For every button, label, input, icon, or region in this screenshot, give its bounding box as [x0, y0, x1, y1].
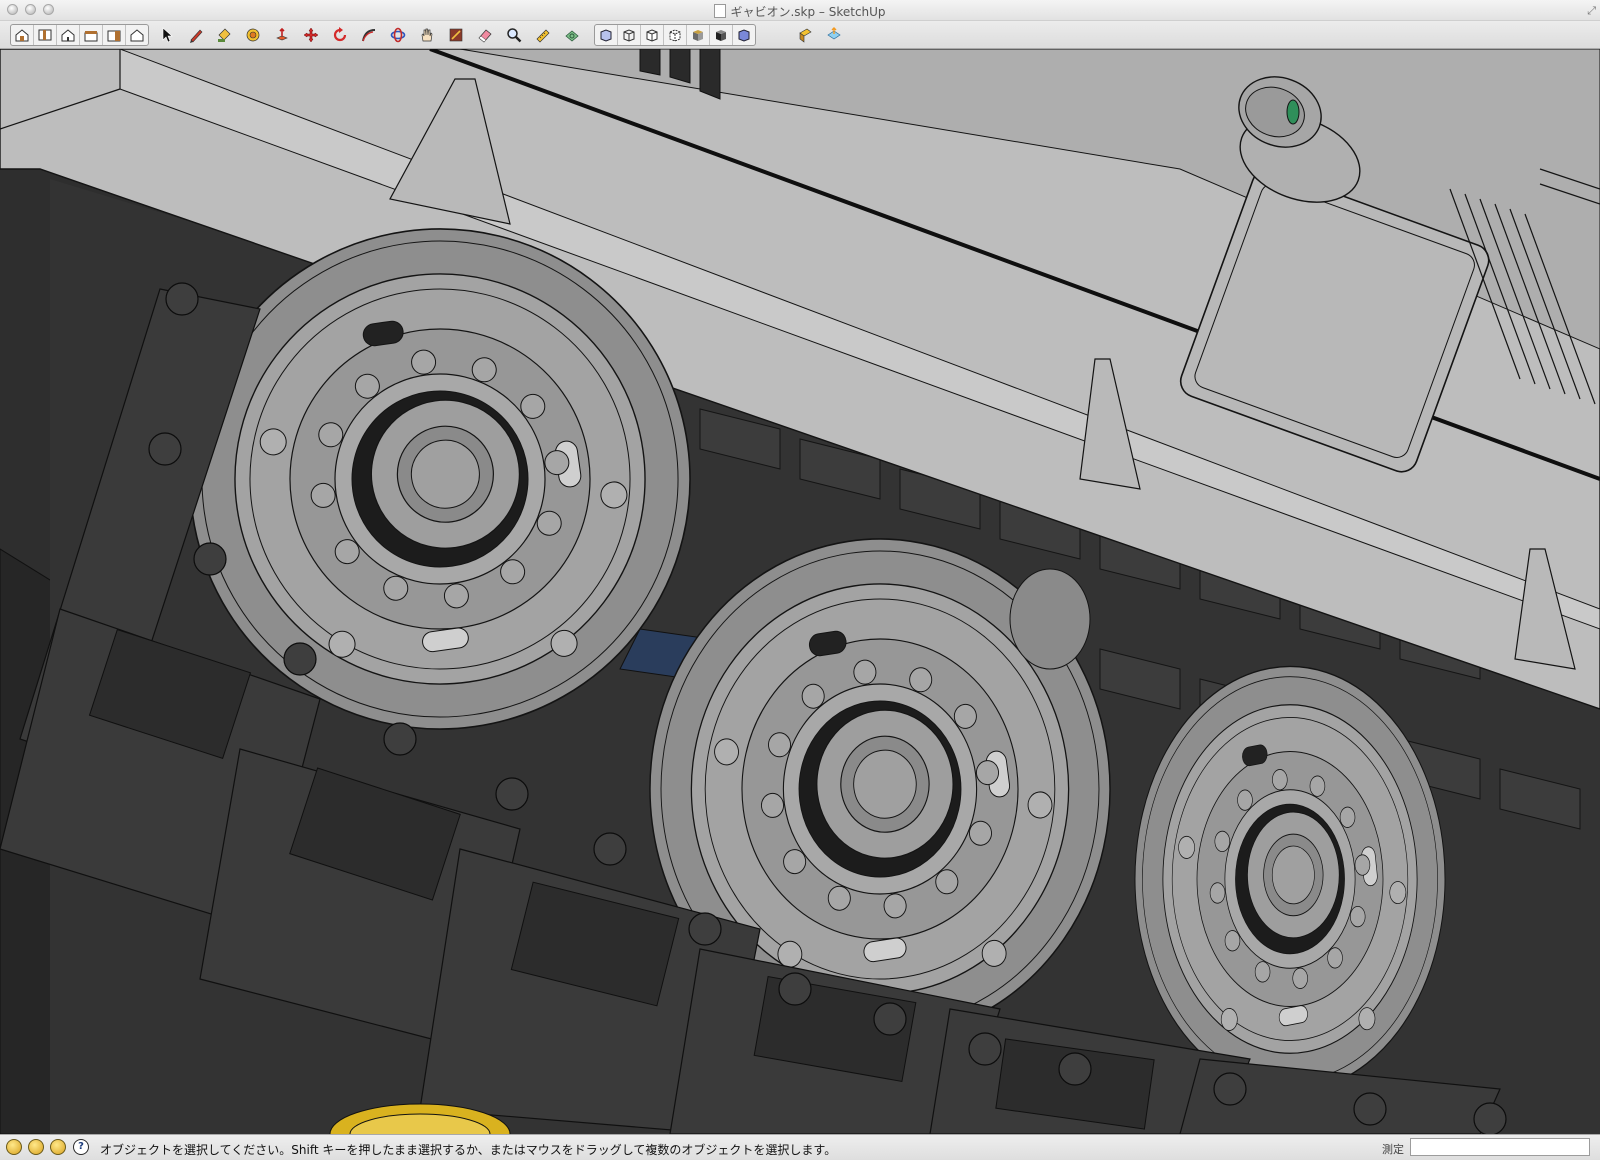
- geo-location-icon[interactable]: [6, 1139, 22, 1155]
- paint-bucket-icon: [218, 28, 231, 42]
- pencil-icon: [190, 29, 203, 43]
- paint-bucket-tool-button[interactable]: [213, 25, 235, 45]
- left-view-button[interactable]: [126, 25, 148, 45]
- fullscreen-icon[interactable]: ⤢: [1587, 4, 1596, 18]
- help-icon[interactable]: ?: [73, 1139, 89, 1155]
- main-toolbar: [0, 21, 1600, 49]
- shaded-style-button[interactable]: [687, 25, 710, 45]
- orbit-icon: [390, 27, 406, 43]
- push-pull-icon: [276, 27, 288, 41]
- orbit-tool-button[interactable]: [387, 25, 409, 45]
- wireframe-style-button[interactable]: [618, 25, 641, 45]
- move-tool-button[interactable]: [300, 25, 322, 45]
- tape-measure-icon: [536, 29, 550, 43]
- follow-me-tool-button[interactable]: [358, 25, 380, 45]
- magnifier-icon: [507, 28, 522, 43]
- house-right-icon: [84, 31, 98, 42]
- xray-style-button[interactable]: [595, 25, 618, 45]
- status-bar: ? オブジェクトを選択してください。Shift キーを押したまま選択するか、また…: [0, 1134, 1600, 1160]
- house-top-icon: [38, 29, 52, 41]
- share-model-button[interactable]: [823, 25, 845, 45]
- wireframe-cube-icon: [623, 29, 635, 42]
- styles-toolbar-group: [594, 24, 756, 46]
- follow-me-icon: [362, 29, 376, 42]
- arrow-cursor-icon: [162, 27, 173, 43]
- window-title-text: ギャビオン.skp – SketchUp: [730, 5, 886, 19]
- iso-view-button[interactable]: [11, 25, 34, 45]
- house-back-icon: [107, 30, 121, 42]
- window-title: ギャビオン.skp – SketchUp: [0, 3, 1600, 20]
- monochrome-cube-icon: [738, 29, 750, 42]
- monochrome-style-button[interactable]: [733, 25, 755, 45]
- credits-icon[interactable]: [28, 1139, 44, 1155]
- measurements-label: 測定: [1382, 1143, 1404, 1156]
- xray-cube-icon: [600, 29, 612, 42]
- status-message: オブジェクトを選択してください。Shift キーを押したまま選択するか、またはマ…: [100, 1143, 837, 1157]
- offset-tool-button[interactable]: [242, 25, 264, 45]
- front-view-button[interactable]: [57, 25, 80, 45]
- title-bar: ギャビオン.skp – SketchUp ⤢: [0, 0, 1600, 21]
- views-toolbar-group: [10, 24, 149, 46]
- hand-icon: [421, 28, 433, 42]
- shaded-cube-icon: [693, 30, 703, 41]
- zoom-tool-button[interactable]: [503, 25, 525, 45]
- sketchup-window: ギャビオン.skp – SketchUp ⤢ ? オブジェクトを選択してください…: [0, 0, 1600, 1160]
- tape-measure-tool-button[interactable]: [532, 25, 554, 45]
- get-models-button[interactable]: [794, 25, 816, 45]
- textured-cube-icon: [716, 30, 726, 41]
- offset-icon: [246, 28, 260, 42]
- rotate-tool-button[interactable]: [329, 25, 351, 45]
- right-view-button[interactable]: [80, 25, 103, 45]
- section-tool-button[interactable]: [561, 25, 583, 45]
- model-drawing: [0, 49, 1600, 1134]
- back-edges-style-button[interactable]: [664, 25, 687, 45]
- measurements-input[interactable]: [1410, 1138, 1590, 1156]
- eraser-tool-button[interactable]: [474, 25, 496, 45]
- signin-icon[interactable]: [50, 1139, 66, 1155]
- select-tool-button[interactable]: [156, 25, 178, 45]
- pan-tool-button[interactable]: [416, 25, 438, 45]
- warehouse-icon: [799, 28, 812, 43]
- zoom-window-tool-button[interactable]: [445, 25, 467, 45]
- house-iso-icon: [15, 29, 29, 42]
- section-icon: [565, 30, 579, 42]
- line-tool-button[interactable]: [185, 25, 207, 45]
- eraser-icon: [478, 29, 492, 43]
- hidden-line-style-button[interactable]: [641, 25, 664, 45]
- house-left-icon: [130, 29, 144, 42]
- shaded-textures-style-button[interactable]: [710, 25, 733, 45]
- zoom-window-icon: [449, 28, 463, 42]
- hidden-line-cube-icon: [646, 29, 658, 42]
- back-edges-cube-icon: [669, 29, 681, 42]
- back-view-button[interactable]: [103, 25, 126, 45]
- move-arrows-icon: [303, 27, 319, 43]
- house-front-icon: [61, 29, 75, 42]
- push-pull-tool-button[interactable]: [271, 25, 293, 45]
- model-viewport[interactable]: [0, 49, 1600, 1134]
- share-icon: [827, 27, 841, 40]
- top-view-button[interactable]: [34, 25, 57, 45]
- document-icon: [714, 4, 727, 18]
- rotate-icon: [333, 27, 347, 42]
